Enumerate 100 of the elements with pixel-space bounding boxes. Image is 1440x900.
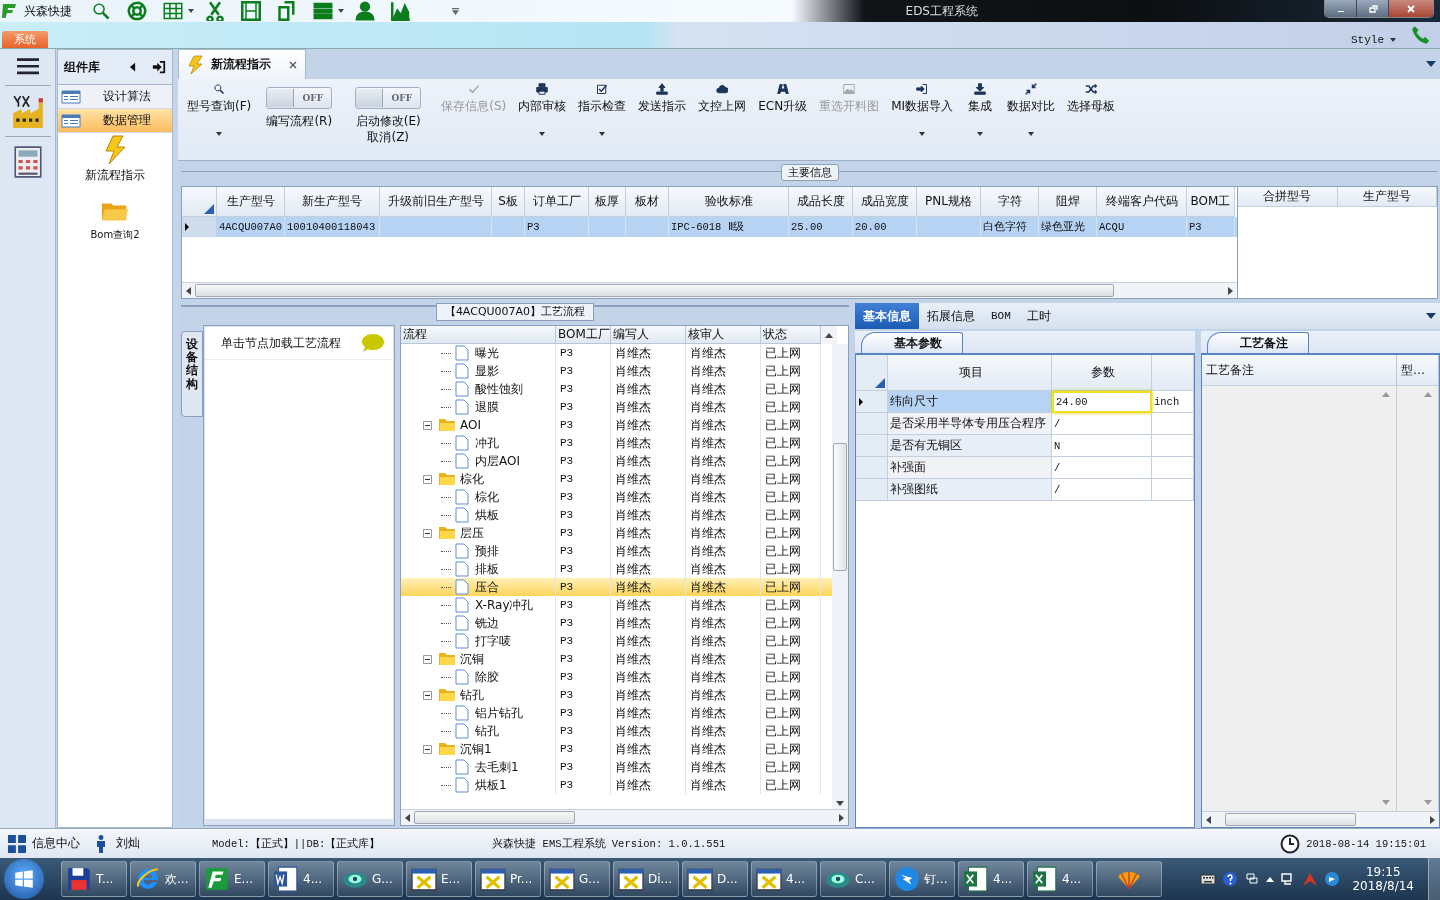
panel-tab[interactable]: 基本参数 (861, 332, 963, 353)
column-header[interactable]: 升级前旧生产型号 (380, 187, 492, 217)
tree-node-label[interactable]: 预排 (475, 542, 499, 560)
component-item[interactable]: Bom查询2 (86, 196, 144, 242)
taskbar-button[interactable]: 4... (751, 861, 817, 897)
collapse-icon[interactable] (423, 654, 432, 664)
taskbar-button[interactable]: C... (820, 861, 886, 897)
tree-row[interactable]: 沉铜 P3 肖维杰 肖维杰 已上网 (401, 650, 832, 668)
tree-row[interactable]: 烘板 P3 肖维杰 肖维杰 已上网 (401, 506, 832, 524)
vertical-scrollbar[interactable] (832, 344, 848, 809)
collapse-icon[interactable] (423, 474, 432, 484)
taskbar-button[interactable]: 4... (1027, 861, 1093, 897)
dropdown-icon[interactable] (1426, 313, 1436, 319)
tree-node-label[interactable]: 沉铜 (460, 650, 484, 668)
tree-row[interactable]: 铣边 P3 肖维杰 肖维杰 已上网 (401, 614, 832, 632)
windows-icon[interactable] (1244, 871, 1261, 887)
tree-row[interactable]: 棕化 P3 肖维杰 肖维杰 已上网 (401, 470, 832, 488)
column-header[interactable]: 验收标准 (669, 187, 789, 217)
tree-node-label[interactable]: 酸性蚀刻 (475, 380, 523, 398)
taskbar-button[interactable]: Di... (613, 861, 679, 897)
toggle-switch[interactable]: OFF (266, 87, 333, 109)
panel-tab[interactable]: 工艺备注 (1207, 332, 1309, 353)
close-button[interactable] (1389, 0, 1433, 17)
row-header[interactable] (182, 217, 217, 237)
tree-row[interactable]: X-Ray冲孔 P3 肖维杰 肖维杰 已上网 (401, 596, 832, 614)
keyboard-icon[interactable] (1200, 871, 1217, 887)
tree-row[interactable]: 内层AOI P3 肖维杰 肖维杰 已上网 (401, 452, 832, 470)
column-header[interactable]: 生产型号 (1337, 187, 1437, 207)
tree-node-label[interactable]: X-Ray冲孔 (475, 596, 534, 614)
tree-node-label[interactable]: 排板 (475, 560, 499, 578)
toolbar-button[interactable]: 发送指示 (633, 83, 692, 115)
table-icon[interactable] (162, 1, 184, 21)
lifebuoy-icon[interactable] (126, 1, 148, 21)
scroll-left-icon[interactable] (405, 813, 410, 822)
scroll-thumb[interactable] (414, 811, 575, 824)
tree-row[interactable]: 烘板1 P3 肖维杰 肖维杰 已上网 (401, 776, 832, 794)
table-row[interactable]: 4ACQU007A0 10010400118043 P3 IPC-6018 Ⅱ级 25.00 20.00 白色字符 绿色亚光 ACQU P3 (182, 217, 1237, 237)
scroll-up-icon[interactable] (825, 332, 833, 338)
toolbar-button[interactable]: ECN升级 (753, 83, 813, 115)
taskbar-button[interactable]: G... (337, 861, 403, 897)
taskbar-button[interactable]: T... (61, 861, 127, 897)
chart-icon[interactable] (390, 1, 412, 21)
film-icon[interactable] (240, 1, 262, 21)
caret-icon[interactable] (1390, 38, 1396, 42)
tree-node-label[interactable]: 曝光 (475, 344, 499, 362)
collapse-icon[interactable] (423, 744, 432, 754)
column-header[interactable]: 阻焊 (1039, 187, 1097, 217)
column-header[interactable]: 状态 (761, 326, 821, 344)
tree-node-label[interactable]: 冲孔 (475, 434, 499, 452)
tree-row[interactable]: 层压 P3 肖维杰 肖维杰 已上网 (401, 524, 832, 542)
tree-row[interactable]: 去毛刺1 P3 肖维杰 肖维杰 已上网 (401, 758, 832, 776)
tree-node-label[interactable]: 棕化 (475, 488, 499, 506)
cut-icon[interactable] (204, 1, 226, 21)
scroll-left-icon[interactable] (1206, 815, 1211, 824)
column-header[interactable]: 板材 (626, 187, 669, 217)
column-header[interactable]: BOM工 (1187, 187, 1235, 217)
tree-node-label[interactable]: 沉铜1 (460, 740, 492, 758)
globe-icon[interactable] (1324, 871, 1341, 887)
scroll-thumb[interactable] (1225, 813, 1356, 826)
detail-tab[interactable]: BOM (983, 303, 1019, 329)
sign-in-icon[interactable] (152, 60, 166, 74)
scroll-left-icon[interactable] (186, 286, 191, 295)
column-header[interactable]: 型… (1397, 355, 1439, 385)
horizontal-scrollbar[interactable] (182, 282, 1237, 298)
column-header[interactable]: 订单工厂 (525, 187, 589, 217)
toolbar-button[interactable]: 数据对比 (1002, 83, 1061, 136)
column-header[interactable]: 生产型号 (217, 187, 285, 217)
grid-icon[interactable] (8, 834, 26, 853)
style-menu[interactable]: Style (1351, 34, 1384, 46)
horizontal-scrollbar[interactable] (1202, 811, 1439, 827)
toolbar-button[interactable]: 指示检查 (573, 83, 632, 136)
corner-header-cell[interactable] (182, 187, 217, 217)
tray-arrow-icon[interactable] (1266, 876, 1275, 882)
column-header[interactable]: 工艺备注 (1202, 355, 1397, 385)
tree-row[interactable]: AOI P3 肖维杰 肖维杰 已上网 (401, 416, 832, 434)
table-cell[interactable]: N (1052, 435, 1152, 457)
start-button[interactable] (4, 859, 44, 899)
tree-row[interactable]: 曝光 P3 肖维杰 肖维杰 已上网 (401, 344, 832, 362)
detail-tab[interactable]: 基本信息 (855, 303, 919, 329)
table-row[interactable]: 是否有无铜区 N (856, 435, 1194, 457)
copy-icon[interactable] (276, 1, 298, 21)
table-row[interactable]: 补强图纸 / (856, 479, 1194, 501)
tree-row[interactable]: 钻孔 P3 肖维杰 肖维杰 已上网 (401, 722, 832, 740)
tree-node-label[interactable]: 退膜 (475, 398, 499, 416)
tree-row[interactable]: 棕化 P3 肖维杰 肖维杰 已上网 (401, 488, 832, 506)
taskbar-button[interactable]: 欢... (130, 861, 196, 897)
tree-node-label[interactable]: 棕化 (460, 470, 484, 488)
tree-row[interactable]: 钻孔 P3 肖维杰 肖维杰 已上网 (401, 686, 832, 704)
column-header[interactable]: BOM工厂 (556, 326, 611, 344)
column-header[interactable]: 合拼型号 (1238, 187, 1338, 207)
tree-node-label[interactable]: 铝片钻孔 (475, 704, 523, 722)
close-icon[interactable] (289, 60, 297, 69)
toolbar-button[interactable]: 文控上网 (693, 83, 752, 115)
scroll-thumb[interactable] (195, 284, 1114, 297)
tree-node-label[interactable]: 烘板1 (475, 776, 507, 794)
column-header[interactable]: 字符 (981, 187, 1039, 217)
tree-node-label[interactable]: 钻孔 (475, 722, 499, 740)
collapse-icon[interactable] (423, 528, 432, 538)
tree-node-label[interactable]: 打字唛 (475, 632, 511, 650)
taskbar-button[interactable] (1096, 861, 1162, 897)
